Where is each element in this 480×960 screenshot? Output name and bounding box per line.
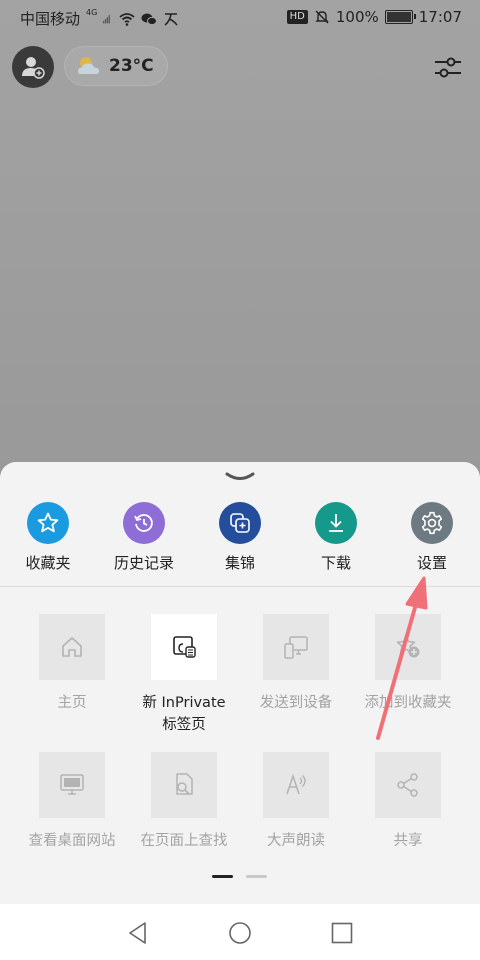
network-type: 4G — [86, 8, 98, 17]
partly-cloudy-icon — [78, 57, 99, 74]
settings-label: 设置 — [416, 554, 447, 572]
collapse-handle-icon[interactable] — [224, 470, 256, 484]
view-desktop-site-label: 查看桌面网站 — [28, 833, 116, 849]
profile-avatar-button[interactable] — [12, 46, 54, 88]
add-profile-icon — [22, 57, 45, 79]
mute-bell-icon — [315, 10, 329, 24]
status-bar: 中国移动 4G HD 100% 17:07 — [0, 0, 480, 34]
downloads-button[interactable]: 下载 — [288, 502, 384, 573]
find-in-page-icon — [151, 752, 217, 818]
favorites-label: 收藏夹 — [25, 554, 71, 572]
hd-badge: HD — [286, 10, 308, 24]
system-navigation-bar — [0, 904, 480, 960]
app-notification-icon — [164, 12, 178, 26]
home-icon — [39, 614, 105, 680]
share-label: 共享 — [393, 833, 423, 849]
desktop-site-icon — [39, 752, 105, 818]
history-icon — [123, 502, 165, 544]
find-in-page-label: 在页面上查找 — [140, 833, 228, 849]
downloads-label: 下载 — [320, 554, 351, 572]
browser-top-bar: 23°C — [0, 46, 480, 88]
weather-widget[interactable]: 23°C — [64, 46, 168, 86]
home-button[interactable]: 主页 — [16, 614, 128, 714]
new-inprivate-tab-label-line2: 标签页 — [162, 717, 206, 733]
read-aloud-label: 大声朗读 — [267, 833, 325, 849]
new-inprivate-tab-button[interactable]: 新 InPrivate 标签页 — [128, 614, 240, 736]
menu-bottom-sheet: 收藏夹 历史记录 集锦 下载 设置 主页 新 InPrivate 标签页 发送到… — [0, 462, 480, 960]
temperature: 23°C — [109, 56, 154, 76]
gear-icon — [411, 502, 453, 544]
wechat-icon — [141, 13, 158, 25]
quick-actions-row: 收藏夹 历史记录 集锦 下载 设置 — [0, 502, 480, 584]
new-inprivate-tab-label: 新 InPrivate 标签页 — [128, 692, 240, 736]
home-circle-icon[interactable] — [227, 920, 253, 946]
history-button[interactable]: 历史记录 — [96, 502, 192, 573]
battery-icon — [384, 10, 416, 24]
share-icon — [375, 752, 441, 818]
wifi-icon — [119, 12, 135, 26]
add-to-favorites-label: 添加到收藏夹 — [364, 695, 452, 711]
add-to-favorites-button[interactable]: 添加到收藏夹 — [352, 614, 464, 714]
send-to-device-icon — [263, 614, 329, 680]
home-label: 主页 — [57, 695, 87, 711]
favorites-button[interactable]: 收藏夹 — [0, 502, 96, 573]
share-button[interactable]: 共享 — [352, 752, 464, 852]
page-indicator-active[interactable] — [212, 875, 233, 878]
add-favorite-icon — [375, 614, 441, 680]
collections-icon — [219, 502, 261, 544]
menu-divider — [0, 586, 480, 587]
signal-icon — [103, 14, 111, 23]
settings-button[interactable]: 设置 — [384, 502, 480, 573]
download-icon — [315, 502, 357, 544]
view-desktop-site-button[interactable]: 查看桌面网站 — [16, 752, 128, 852]
back-icon[interactable] — [125, 920, 151, 946]
send-to-device-button[interactable]: 发送到设备 — [240, 614, 352, 714]
new-inprivate-tab-label-line1: 新 InPrivate — [142, 695, 226, 711]
history-label: 历史记录 — [113, 554, 174, 572]
sliders-icon[interactable] — [434, 56, 462, 80]
carrier-name: 中国移动 — [20, 10, 81, 28]
collections-button[interactable]: 集锦 — [192, 502, 288, 573]
collections-label: 集锦 — [224, 554, 255, 572]
page-indicator-inactive[interactable] — [246, 875, 267, 878]
battery-percent: 100% — [335, 8, 379, 26]
clock: 17:07 — [418, 8, 462, 26]
page-indicator — [212, 875, 268, 879]
star-icon — [27, 502, 69, 544]
recents-square-icon[interactable] — [329, 920, 355, 946]
find-in-page-button[interactable]: 在页面上查找 — [128, 752, 240, 852]
inprivate-icon — [151, 614, 217, 680]
read-aloud-icon — [263, 752, 329, 818]
send-to-device-label: 发送到设备 — [259, 695, 333, 711]
read-aloud-button[interactable]: 大声朗读 — [240, 752, 352, 852]
